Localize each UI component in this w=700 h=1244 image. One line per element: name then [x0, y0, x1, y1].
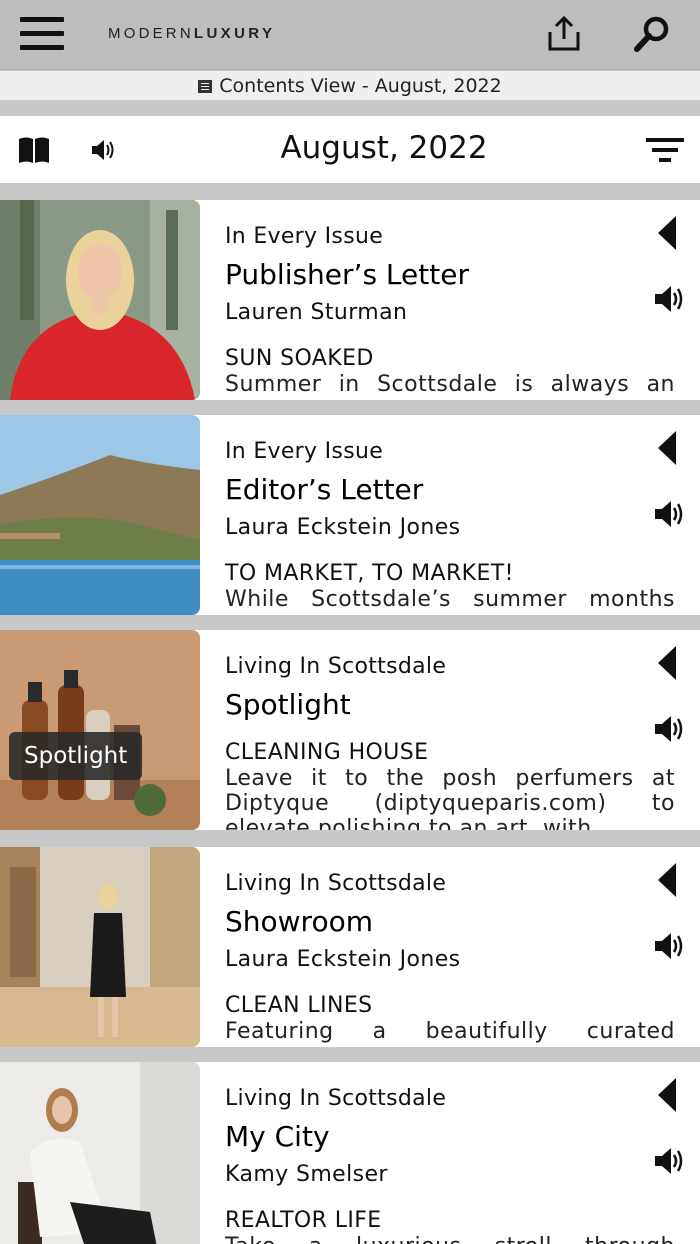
article-section: In Every Issue	[225, 439, 384, 464]
article-excerpt: Take a luxurious stroll through	[225, 1234, 675, 1244]
article-title[interactable]: Editor’s Letter	[225, 473, 423, 506]
play-audio-button[interactable]	[653, 712, 687, 746]
speaker-icon	[655, 501, 683, 527]
article-headline: CLEAN LINES	[225, 993, 373, 1018]
speaker-icon	[655, 286, 683, 312]
speaker-icon	[655, 1148, 683, 1174]
collapse-button[interactable]	[656, 216, 680, 250]
article-thumbnail	[0, 200, 200, 400]
issue-title: August, 2022	[280, 130, 488, 166]
article-headline: CLEANING HOUSE	[225, 740, 429, 765]
showroom-image	[0, 847, 200, 1047]
triangle-left-icon	[658, 1078, 676, 1112]
article-info: Living In Scottsdale My City Kamy Smelse…	[225, 1062, 675, 1244]
hamburger-icon-line	[20, 17, 64, 22]
issue-header: August, 2022	[0, 116, 700, 183]
article-section: Living In Scottsdale	[225, 871, 447, 896]
article-headline: REALTOR LIFE	[225, 1208, 382, 1233]
contents-view-bar: Contents View - August, 2022	[0, 71, 700, 101]
article-card[interactable]: Spotlight Living In Scottsdale Spotlight…	[0, 630, 700, 830]
article-excerpt: While Scottsdale’s summer months	[225, 587, 675, 612]
search-icon	[634, 16, 669, 52]
article-author: Kamy Smelser	[225, 1162, 388, 1187]
article-info: In Every Issue Publisher’s Letter Lauren…	[225, 200, 675, 400]
desert-pool-image	[0, 415, 200, 615]
triangle-left-icon	[658, 216, 676, 250]
article-thumbnail	[0, 1062, 200, 1244]
filter-button[interactable]	[646, 138, 684, 164]
article-section: Living In Scottsdale	[225, 654, 447, 679]
article-section: Living In Scottsdale	[225, 1086, 447, 1111]
book-icon	[198, 80, 213, 93]
article-author: Lauren Sturman	[225, 300, 408, 325]
article-thumbnail	[0, 415, 200, 615]
article-title[interactable]: Spotlight	[225, 688, 351, 721]
article-title[interactable]: Showroom	[225, 905, 373, 938]
brand-logo: MODERNLUXURY	[108, 25, 275, 42]
speaker-icon	[655, 716, 683, 742]
diptyque-products-image	[0, 630, 200, 830]
realtor-portrait-image	[0, 1062, 200, 1244]
speaker-icon	[655, 933, 683, 959]
article-card[interactable]: Living In Scottsdale My City Kamy Smelse…	[0, 1062, 700, 1244]
article-author: Laura Eckstein Jones	[225, 515, 461, 540]
article-author: Laura Eckstein Jones	[225, 947, 461, 972]
search-button[interactable]	[632, 14, 672, 54]
article-title[interactable]: Publisher’s Letter	[225, 258, 469, 291]
article-headline: SUN SOAKED	[225, 346, 374, 371]
collapse-button[interactable]	[656, 1078, 680, 1112]
article-excerpt: Summer in Scottsdale is always an	[225, 372, 675, 397]
menu-button[interactable]	[20, 17, 64, 51]
play-audio-button[interactable]	[653, 282, 687, 316]
contents-view-label: Contents View - August, 2022	[219, 75, 502, 97]
filter-icon	[646, 138, 684, 162]
article-thumbnail	[0, 630, 200, 830]
triangle-left-icon	[658, 863, 676, 897]
article-excerpt: Leave it to the posh perfumers at Diptyq…	[225, 766, 675, 830]
article-thumbnail	[0, 847, 200, 1047]
collapse-button[interactable]	[656, 646, 680, 680]
article-headline: TO MARKET, TO MARKET!	[225, 561, 514, 586]
collapse-button[interactable]	[656, 431, 680, 465]
share-icon	[548, 15, 580, 51]
play-audio-button[interactable]	[653, 929, 687, 963]
share-button[interactable]	[544, 14, 584, 54]
triangle-left-icon	[658, 646, 676, 680]
article-info: In Every Issue Editor’s Letter Laura Eck…	[225, 415, 675, 615]
collapse-button[interactable]	[656, 863, 680, 897]
article-card[interactable]: In Every Issue Editor’s Letter Laura Eck…	[0, 415, 700, 615]
article-section: In Every Issue	[225, 224, 384, 249]
hamburger-icon-line	[20, 31, 64, 36]
app-bar: MODERNLUXURY	[0, 0, 700, 70]
brand-light: MODERN	[108, 25, 194, 42]
brand-bold: LUXURY	[193, 25, 276, 42]
hamburger-icon-line	[20, 45, 64, 50]
article-info: Living In Scottsdale Spotlight CLEANING …	[225, 630, 675, 830]
play-audio-button[interactable]	[653, 497, 687, 531]
article-title[interactable]: My City	[225, 1120, 330, 1153]
publisher-portrait-image	[0, 200, 200, 400]
play-audio-button[interactable]	[653, 1144, 687, 1178]
article-card[interactable]: In Every Issue Publisher’s Letter Lauren…	[0, 200, 700, 400]
thumbnail-label: Spotlight	[9, 732, 143, 780]
article-excerpt: Featuring a beautifully curated	[225, 1019, 675, 1044]
article-card[interactable]: Living In Scottsdale Showroom Laura Ecks…	[0, 847, 700, 1047]
triangle-left-icon	[658, 431, 676, 465]
article-info: Living In Scottsdale Showroom Laura Ecks…	[225, 847, 675, 1047]
